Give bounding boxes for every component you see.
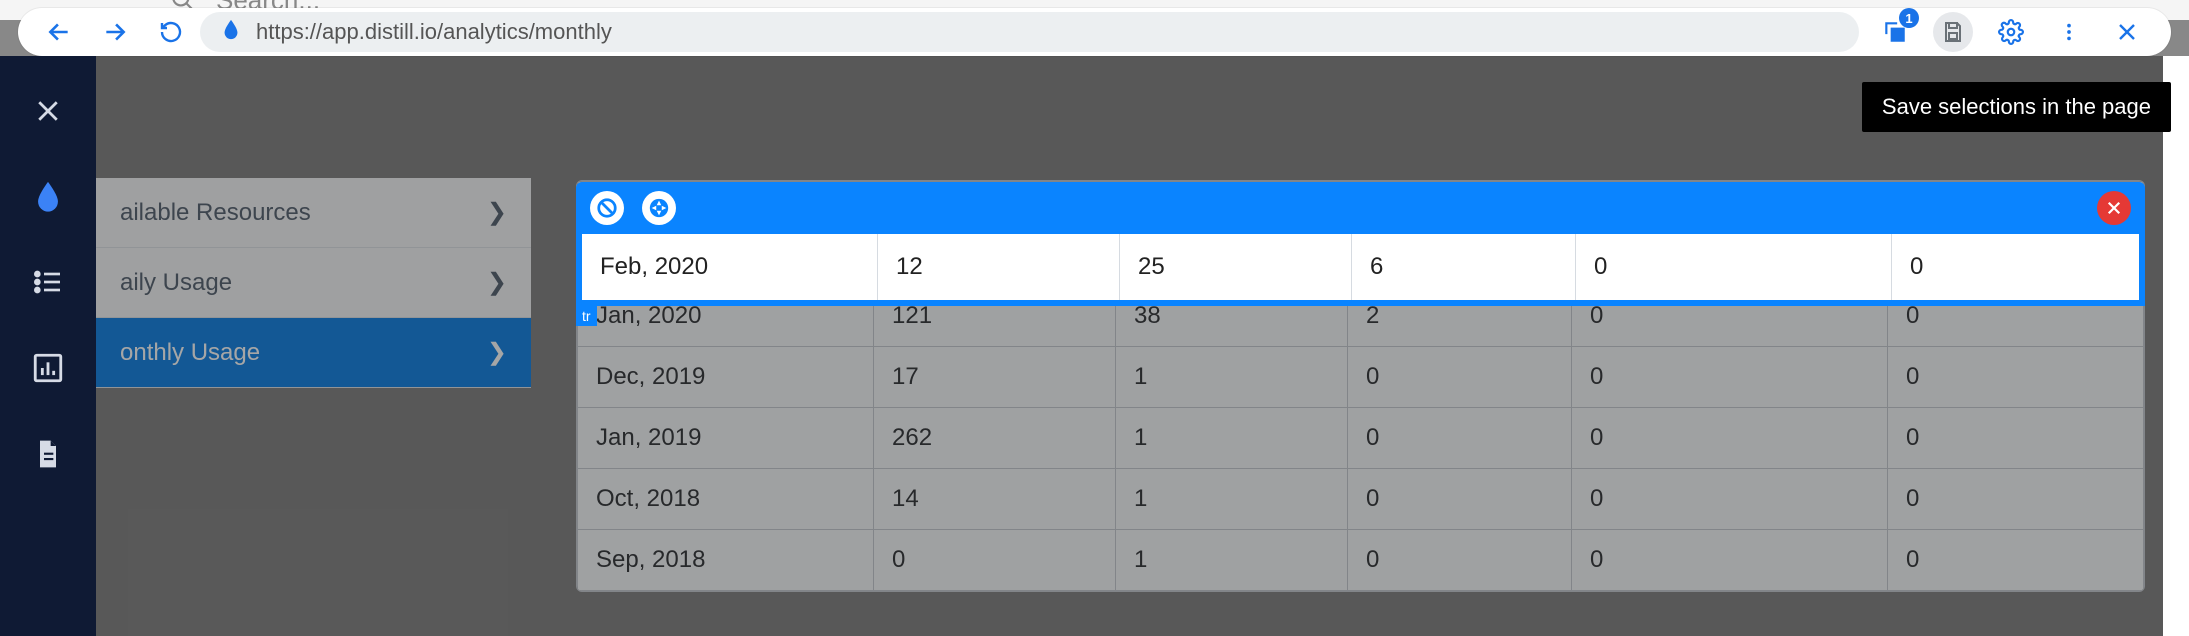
rail-chart-icon[interactable] (31, 351, 65, 390)
right-edge (2163, 56, 2189, 636)
close-extension-button[interactable] (2107, 12, 2147, 52)
app-rail (0, 56, 96, 636)
back-button[interactable] (46, 19, 72, 45)
selection-close-button[interactable] (2097, 191, 2131, 225)
settings-button[interactable] (1991, 12, 2031, 52)
selected-cell: Feb, 2020 (582, 234, 878, 300)
address-bar[interactable]: https://app.distill.io/analytics/monthly (200, 12, 1859, 52)
rail-list-icon[interactable] (32, 266, 64, 303)
site-icon (220, 18, 242, 46)
selected-cell: 12 (878, 234, 1120, 300)
selector-count-badge: 1 (1899, 8, 1919, 28)
selector-tool-button[interactable]: 1 (1875, 12, 1915, 52)
selection-ignore-button[interactable] (590, 191, 624, 225)
rail-distill-icon[interactable] (31, 179, 65, 218)
save-tooltip: Save selections in the page (1862, 82, 2171, 132)
save-button[interactable] (1933, 12, 1973, 52)
selection-expand-button[interactable] (642, 191, 676, 225)
forward-button[interactable] (102, 19, 128, 45)
selected-cell: 25 (1120, 234, 1352, 300)
reload-button[interactable] (158, 19, 184, 45)
selected-row[interactable]: Feb, 2020 12 25 6 0 0 (576, 234, 2145, 306)
selected-cell: 0 (1892, 234, 2139, 300)
selected-cell: 0 (1576, 234, 1892, 300)
dim-overlay (0, 56, 2189, 636)
browser-toolbar: https://app.distill.io/analytics/monthly… (18, 8, 2171, 56)
selection-tag: tr (576, 306, 597, 326)
rail-document-icon[interactable] (32, 438, 64, 475)
more-menu-button[interactable] (2049, 12, 2089, 52)
address-url: https://app.distill.io/analytics/monthly (256, 19, 612, 45)
selection-toolbar (576, 182, 2145, 234)
selected-cell: 6 (1352, 234, 1576, 300)
rail-close-button[interactable] (33, 96, 63, 131)
